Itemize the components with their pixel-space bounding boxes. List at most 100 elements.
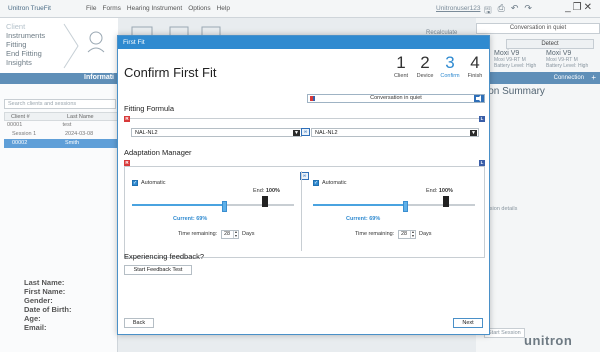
label-gender: Gender: <box>24 296 53 305</box>
adaptation-slider-left[interactable] <box>313 204 475 206</box>
automatic-checkbox-left[interactable]: ✓ <box>313 180 319 186</box>
current-value: 69% <box>369 216 381 222</box>
left-ear-marker: L <box>479 160 485 166</box>
table-row[interactable]: Session 1 2024-03-08 <box>4 130 118 139</box>
stepper-arrows-icon[interactable]: ▲ ▼ <box>410 230 415 238</box>
menu-list: File Forms Hearing Instrument Options He… <box>86 5 230 12</box>
step-finish: 4 Finish <box>462 53 488 79</box>
step-indicator: 1 Client 2 Device 3 Confirm 4 Finish <box>388 53 488 83</box>
end-label: End: 100% <box>253 188 280 194</box>
connection-label: Connection <box>553 75 584 81</box>
dialog-heading: Confirm First Fit <box>124 65 217 80</box>
client-table: Client # Last Name 00001 test Session 1 … <box>4 112 118 148</box>
label-first-name: First Name: <box>24 287 66 296</box>
back-button[interactable]: Back <box>124 318 154 328</box>
label-last-name: Last Name: <box>24 278 65 287</box>
days-value: 28 <box>401 231 408 237</box>
divider <box>301 171 302 251</box>
table-row-selected[interactable]: 00002 Smith <box>4 139 118 148</box>
right-ear-marker: R <box>124 116 130 122</box>
program-selector[interactable]: Conversation in quiet <box>476 23 600 34</box>
current-handle[interactable] <box>221 201 227 212</box>
end-handle[interactable] <box>262 196 268 207</box>
end-value: 100% <box>265 188 280 194</box>
col-client-number[interactable]: Client # <box>5 113 61 120</box>
step-label: Device <box>416 73 434 79</box>
next-button[interactable]: Next <box>453 318 483 328</box>
step-number: 2 <box>420 53 430 72</box>
detect-label: Detect <box>541 41 559 47</box>
row-date: 2024-03-08 <box>65 131 94 137</box>
adaptation-slider-right[interactable] <box>132 204 294 206</box>
slider-fill <box>313 204 405 206</box>
current-level: Current: 69% <box>173 216 207 222</box>
feedback-question: Experiencing feedback? <box>124 252 205 261</box>
device-name: Moxi V9 <box>546 50 572 57</box>
start-feedback-test-button[interactable]: Start Feedback Test <box>124 265 192 275</box>
col-last-name[interactable]: Last Name <box>61 113 117 120</box>
label-age: Age: <box>24 314 41 323</box>
table-row[interactable]: 00001 test <box>4 121 118 130</box>
end-label-text: End: <box>253 188 265 194</box>
days-value: 28 <box>224 231 231 237</box>
end-value: 100% <box>438 188 453 194</box>
formula-select-left[interactable]: NAL-NL2 ▼ <box>311 128 479 137</box>
menu-forms[interactable]: Forms <box>102 5 120 12</box>
redo-icon[interactable]: ↷ <box>524 3 532 19</box>
end-label-text: End: <box>426 188 438 194</box>
program-label: Conversation in quiet <box>370 95 422 101</box>
end-handle[interactable] <box>443 196 449 207</box>
start-session-button[interactable]: Start Session <box>484 328 525 338</box>
client-info: Last Name: First Name: Gender: Date of B… <box>24 278 72 332</box>
connection-band[interactable]: Connection + <box>476 72 600 84</box>
workflow-icons <box>63 23 105 69</box>
detect-button[interactable]: Detect <box>506 39 594 49</box>
formula-select-right[interactable]: NAL-NL2 ▼ <box>131 128 302 137</box>
automatic-checkbox-right[interactable]: ✓ <box>132 180 138 186</box>
step-confirm: 3 Confirm <box>437 53 463 79</box>
user-link[interactable]: Unitronuser123 <box>436 5 480 12</box>
step-number: 1 <box>396 53 406 72</box>
link-icon[interactable]: ∞ <box>301 128 310 136</box>
days-stepper-left[interactable]: 28 ▲ ▼ <box>398 230 416 239</box>
client-search-input[interactable]: Search clients and sessions <box>4 99 116 109</box>
current-level: Current: 69% <box>346 216 380 222</box>
left-ear-marker: L <box>479 116 485 122</box>
left-ear-icon <box>474 95 484 102</box>
end-label: End: 100% <box>426 188 453 194</box>
days-label: Days <box>242 231 255 237</box>
current-label: Current: <box>346 216 368 222</box>
device-left[interactable]: Moxi V9 Moxi V9-RT M Battery Level: High <box>546 50 588 69</box>
program-bar[interactable]: Conversation in quiet <box>307 94 485 103</box>
row-last-name: Smith <box>65 140 80 146</box>
step-device: 2 Device <box>412 53 438 79</box>
summary-title: ion Summary <box>486 86 545 97</box>
device-battery: Battery Level: High <box>546 63 589 69</box>
menu-help[interactable]: Help <box>217 5 230 12</box>
menu-options[interactable]: Options <box>188 5 210 12</box>
first-fit-dialog: First Fit Confirm First Fit 1 Client 2 D… <box>117 35 490 335</box>
menu-hearing-instrument[interactable]: Hearing Instrument <box>127 5 182 12</box>
window-controls[interactable]: _❐✕ <box>565 2 594 13</box>
undo-icon[interactable]: ↶ <box>511 3 519 19</box>
add-icon[interactable]: + <box>591 73 596 82</box>
automatic-label: Automatic <box>141 180 166 186</box>
row-client-number: 00002 <box>12 140 28 146</box>
step-number: 4 <box>470 53 480 72</box>
menu-file[interactable]: File <box>86 5 96 12</box>
days-stepper-right[interactable]: 28 ▲ ▼ <box>221 230 239 239</box>
step-label: Finish <box>467 73 483 79</box>
label-dob: Date of Birth: <box>24 305 72 314</box>
device-right[interactable]: Moxi V9 Moxi V9-RT M Battery Level: High <box>494 50 536 69</box>
time-remaining-label: Time remaining: <box>355 231 395 237</box>
days-label: Days <box>419 231 432 237</box>
step-label: Client <box>393 73 409 79</box>
row-last-name: test <box>62 122 72 128</box>
stepper-arrows-icon[interactable]: ▲ ▼ <box>233 230 238 238</box>
row-client-number: 00001 <box>7 122 23 128</box>
current-handle[interactable] <box>402 201 408 212</box>
save-icon[interactable]: 🖫 <box>484 3 492 19</box>
adaptation-manager-title: Adaptation Manager <box>124 148 192 157</box>
program-name: Conversation in quiet <box>509 25 567 31</box>
print-icon[interactable]: ⎙ <box>498 3 505 19</box>
